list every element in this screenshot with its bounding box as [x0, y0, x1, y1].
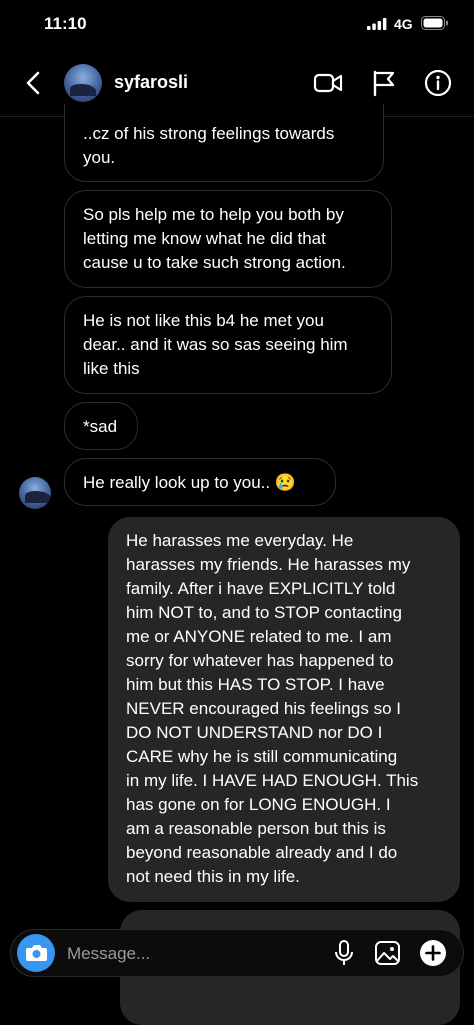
message-line: family. After i have EXPLICITLY told	[126, 579, 396, 598]
signal-icon	[367, 18, 387, 30]
message-line: letting me know what he did that	[83, 229, 326, 248]
message-line: not need this in my life.	[126, 867, 300, 886]
message-line: He really look up to you.. 😢	[83, 473, 296, 492]
message-line: harasses my friends. He harasses my	[126, 555, 411, 574]
message-line: CARE why he is still communicating	[126, 747, 398, 766]
gallery-icon[interactable]	[373, 938, 403, 968]
message-line: like this	[83, 359, 140, 378]
message-line: So pls help me to help you both by	[83, 205, 344, 224]
message-line: in my life. I HAVE HAD ENOUGH. This	[126, 771, 419, 790]
received-message[interactable]: ..cz of his strong feelings towards you.	[64, 104, 384, 182]
message-line: sorry for whatever has happened to	[126, 651, 394, 670]
camera-button[interactable]	[17, 934, 55, 972]
message-composer	[10, 929, 464, 977]
back-icon[interactable]	[20, 68, 48, 98]
camera-icon	[26, 945, 47, 961]
received-message[interactable]: He really look up to you.. 😢	[64, 458, 336, 506]
message-line: beyond reasonable already and I do	[126, 843, 398, 862]
network-type: 4G	[394, 16, 413, 32]
message-line: *sad	[83, 417, 118, 436]
status-bar: 11:10 4G	[0, 0, 474, 50]
add-icon[interactable]	[418, 938, 448, 968]
avatar[interactable]	[64, 64, 102, 102]
message-line: you.	[83, 148, 116, 167]
message-line: me or ANYONE related to me. I am	[126, 627, 392, 646]
message-input[interactable]	[65, 938, 319, 970]
received-message[interactable]: He is not like this b4 he met you dear..…	[64, 296, 392, 394]
video-call-icon[interactable]	[313, 68, 343, 98]
info-icon[interactable]	[423, 68, 453, 98]
microphone-icon[interactable]	[329, 938, 359, 968]
message-line: has gone on for LONG ENOUGH. I	[126, 795, 391, 814]
battery-icon	[421, 16, 448, 30]
status-time: 11:10	[44, 14, 87, 33]
message-line: He is not like this b4 he met you	[83, 311, 324, 330]
chat-username[interactable]: syfarosli	[114, 72, 188, 93]
message-line: He harasses me everyday. He	[126, 531, 354, 550]
message-line: cause u to take such strong action.	[83, 253, 346, 272]
sender-avatar[interactable]	[19, 477, 51, 509]
message-line: am a reasonable person but this is	[126, 819, 386, 838]
message-line: DO NOT UNDERSTAND nor DO I	[126, 723, 383, 742]
message-line: him but this HAS TO STOP. I have	[126, 675, 385, 694]
message-line: him NOT to, and to STOP contacting	[126, 603, 402, 622]
received-message[interactable]: So pls help me to help you both by letti…	[64, 190, 392, 288]
received-message[interactable]: *sad	[64, 402, 138, 450]
message-line: NEVER encouraged his feelings so I	[126, 699, 401, 718]
message-line: dear.. and it was so sas seeing him	[83, 335, 348, 354]
message-line: ..cz of his strong feelings towards	[83, 124, 335, 143]
flag-icon[interactable]	[369, 68, 399, 98]
sent-message[interactable]: He harasses me everyday. He harasses my …	[108, 517, 460, 902]
